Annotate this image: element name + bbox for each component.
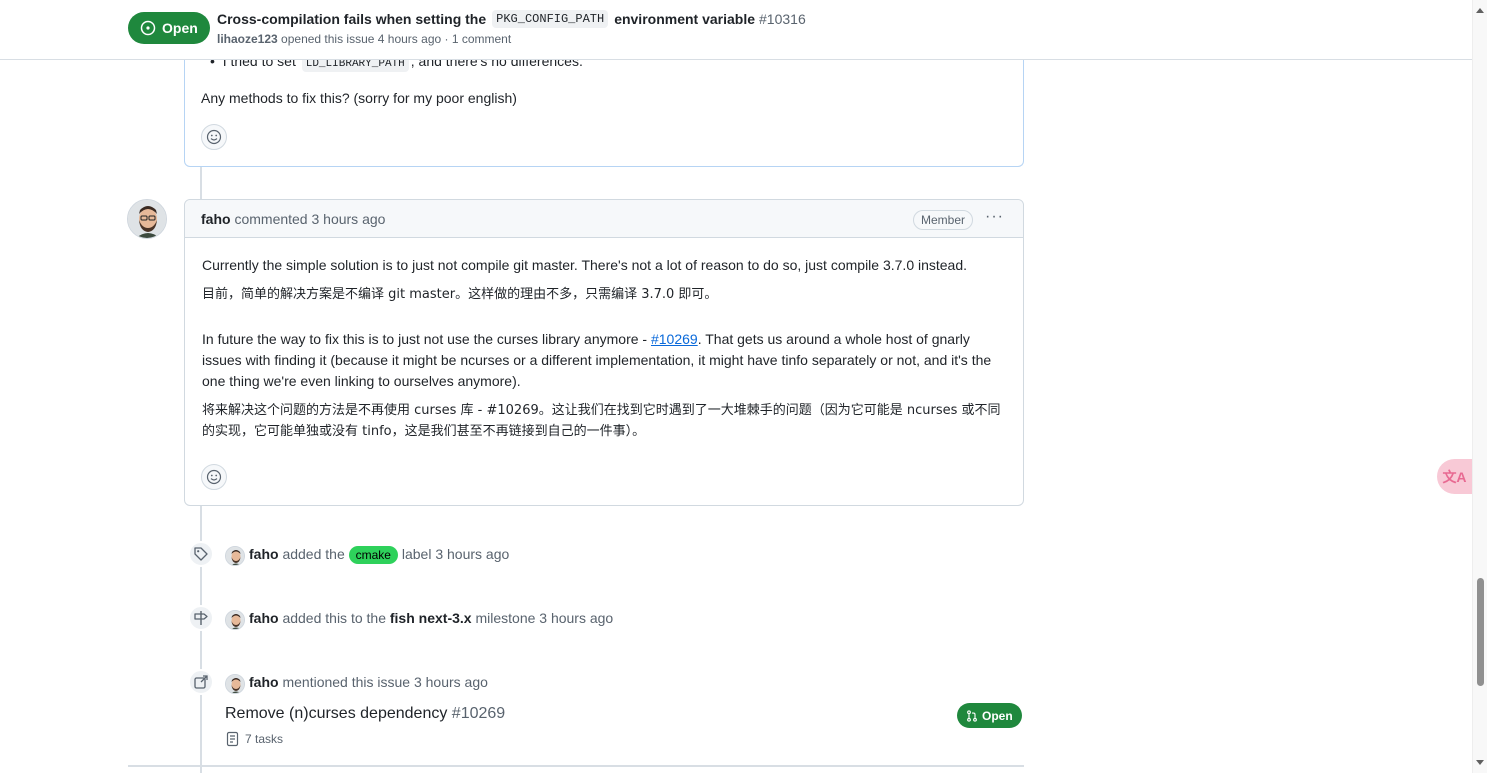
comment-paragraph: In future the way to fix this is to just…: [202, 329, 1012, 392]
event-text: added this to the: [282, 610, 386, 626]
milestone-icon: [188, 605, 214, 631]
avatar-image: [128, 200, 166, 238]
comment-translation: 将来解决这个问题的方法是不再使用 curses 库 - #10269。这让我们在…: [202, 403, 1001, 439]
smiley-icon: [206, 469, 222, 485]
event-actor[interactable]: faho: [249, 674, 279, 690]
referenced-pr-title[interactable]: Remove (n)curses dependency #10269: [225, 705, 505, 723]
pr-number: #10269: [451, 705, 506, 722]
opening-paragraph: Any methods to fix this? (sorry for my p…: [201, 90, 517, 106]
event-actor[interactable]: faho: [249, 610, 279, 626]
more-options-icon[interactable]: ···: [985, 208, 1004, 226]
event-text[interactable]: mentioned this issue 3 hours ago: [282, 674, 487, 690]
issue-meta: lihaoze123 opened this issue 4 hours ago…: [217, 32, 511, 46]
sticky-issue-header: Open Cross-compilation fails when settin…: [0, 0, 1472, 60]
pr-title-text: Remove (n)curses dependency: [225, 705, 448, 722]
title-prefix: Cross-compilation fails when setting the: [217, 11, 487, 27]
event-actor[interactable]: faho: [249, 546, 279, 562]
scroll-up-icon[interactable]: [1476, 8, 1484, 13]
cross-reference-icon: [188, 669, 214, 695]
pr-state-badge: Open: [957, 703, 1022, 728]
comment-author-link[interactable]: faho: [201, 211, 231, 227]
event-time[interactable]: label 3 hours ago: [402, 546, 509, 562]
scroll-down-icon[interactable]: [1476, 760, 1484, 765]
milestone-event: faho added this to the fish next-3.x mil…: [249, 610, 613, 626]
role-badge: Member: [913, 210, 974, 230]
paragraph-text: In future the way to fix this is to just…: [202, 331, 651, 347]
avatar[interactable]: [127, 199, 167, 239]
issue-number: #10316: [759, 11, 806, 27]
comment-header: faho commented 3 hours ago Member ···: [185, 200, 1023, 238]
title-code: PKG_CONFIG_PATH: [492, 10, 609, 28]
issue-author-link[interactable]: lihaoze123: [217, 32, 278, 46]
checklist-icon: [226, 731, 239, 747]
issue-state-label: Open: [162, 20, 198, 36]
pull-request-icon: [967, 709, 977, 722]
timeline-divider: [128, 765, 1024, 767]
issue-state-badge: Open: [128, 12, 210, 44]
issue-link[interactable]: #10269: [651, 331, 698, 347]
label-event: faho added the cmake label 3 hours ago: [249, 546, 509, 565]
avatar[interactable]: [225, 546, 245, 566]
label-cmake[interactable]: cmake: [348, 546, 398, 565]
avatar[interactable]: [225, 674, 245, 694]
page-scrollbar[interactable]: [1472, 0, 1487, 773]
milestone-link[interactable]: fish next-3.x: [390, 610, 472, 626]
smiley-icon: [206, 129, 222, 145]
issue-title[interactable]: Cross-compilation fails when setting the…: [217, 10, 806, 28]
comment-translation: 目前，简单的解决方案是不编译 git master。这样做的理由不多，只需编译 …: [202, 287, 718, 302]
comment-author-line: faho commented 3 hours ago: [201, 211, 385, 227]
issue-meta-text: opened this issue 4 hours ago · 1 commen…: [281, 32, 512, 46]
translate-button[interactable]: 文A: [1437, 459, 1472, 494]
pr-tasks: 7 tasks: [225, 731, 283, 747]
mention-event: faho mentioned this issue 3 hours ago: [249, 674, 488, 690]
tasks-count: 7 tasks: [245, 732, 284, 746]
scroll-thumb[interactable]: [1477, 578, 1484, 686]
comment-paragraph: Currently the simple solution is to just…: [202, 257, 968, 273]
add-reaction-button[interactable]: [201, 464, 227, 490]
issue-open-icon: [140, 20, 156, 36]
title-suffix: environment variable: [614, 11, 756, 27]
comment-action[interactable]: commented 3 hours ago: [234, 211, 385, 227]
event-time[interactable]: milestone 3 hours ago: [475, 610, 613, 626]
comment-card: faho commented 3 hours ago Member ··· Cu…: [184, 199, 1024, 506]
add-reaction-button[interactable]: [201, 124, 227, 150]
tag-icon: [188, 541, 214, 567]
avatar[interactable]: [225, 610, 245, 630]
event-text: added the: [282, 546, 345, 562]
pr-state-label: Open: [982, 708, 1013, 723]
